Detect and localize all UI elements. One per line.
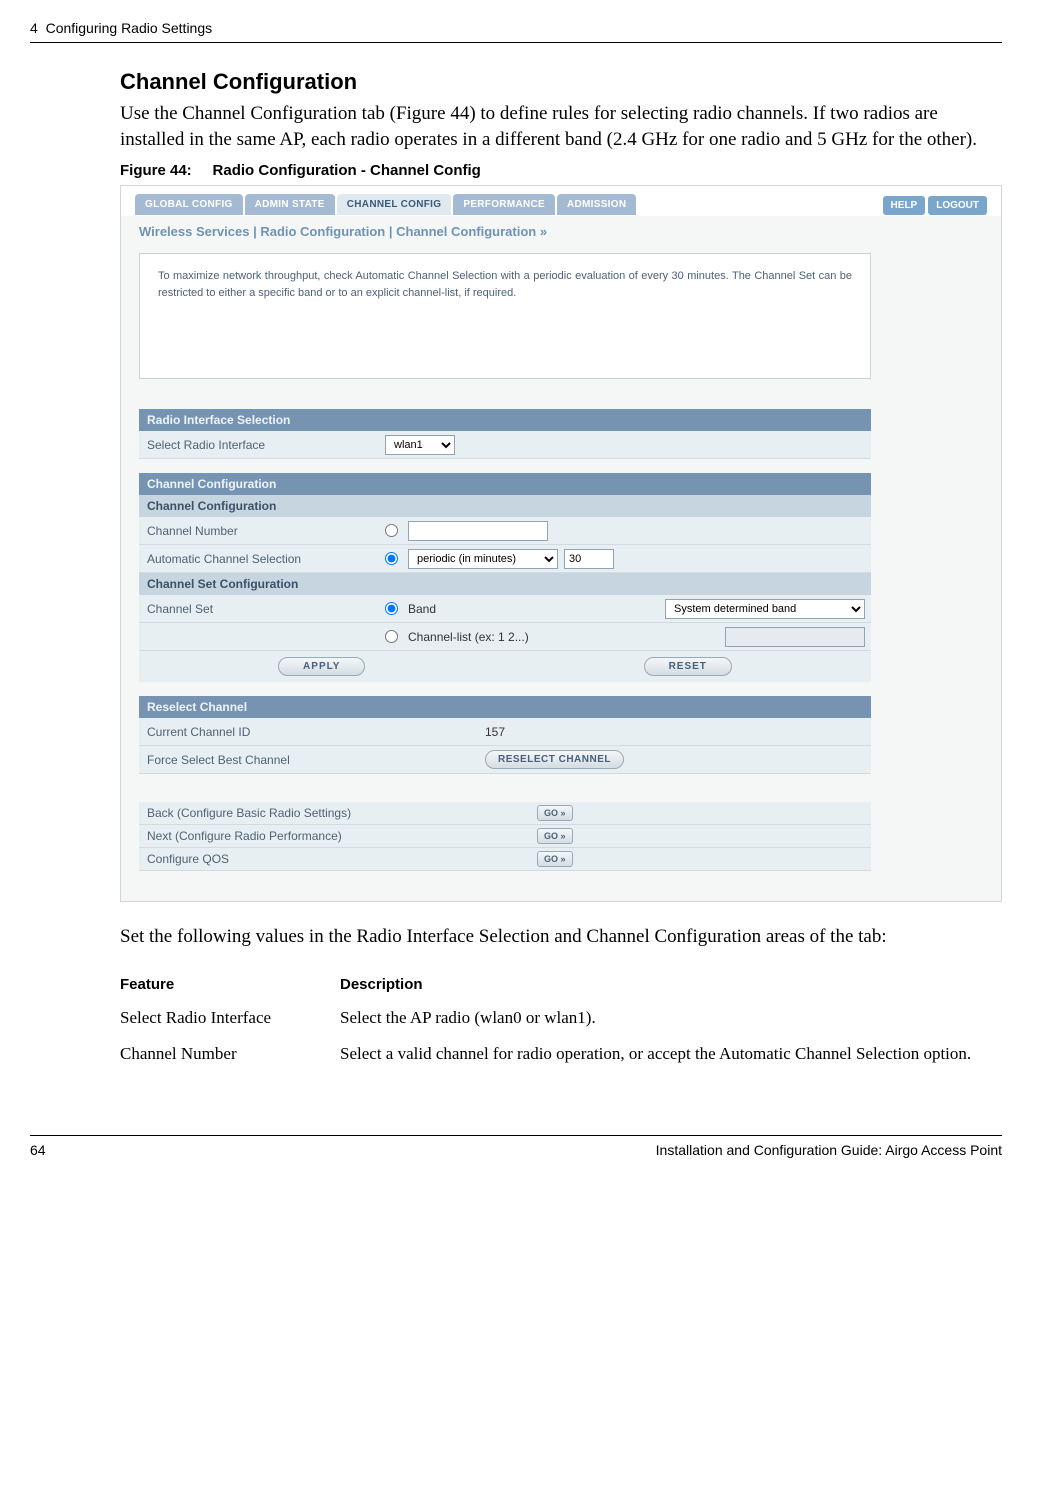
chapter-number: 4 — [30, 20, 38, 36]
channel-list-label: Channel-list (ex: 1 2...) — [408, 630, 529, 644]
channel-set-config-sub: Channel Set Configuration — [139, 573, 871, 595]
nav-back-go-button[interactable]: GO » — [537, 805, 573, 821]
feature-description: Select the AP radio (wlan0 or wlan1). — [340, 1003, 1002, 1039]
nav-next-label: Next (Configure Radio Performance) — [147, 829, 537, 843]
table-row: Channel Number Select a valid channel fo… — [120, 1039, 1002, 1075]
band-label: Band — [408, 602, 436, 616]
apply-button[interactable]: APPLY — [278, 657, 365, 676]
select-radio-interface-label: Select Radio Interface — [139, 434, 379, 456]
figure-title: Radio Configuration - Channel Config — [213, 162, 481, 179]
tab-performance[interactable]: PERFORMANCE — [453, 194, 555, 215]
reselect-channel-button[interactable]: RESELECT CHANNEL — [485, 750, 624, 769]
radio-interface-title: Radio Interface Selection — [139, 409, 871, 431]
auto-channel-minutes-input[interactable] — [564, 549, 614, 569]
logout-button[interactable]: LOGOUT — [928, 196, 987, 215]
figure-number: Figure 44: — [120, 162, 192, 179]
page-footer: 64 Installation and Configuration Guide:… — [30, 1135, 1002, 1158]
screenshot-panel: GLOBAL CONFIG ADMIN STATE CHANNEL CONFIG… — [120, 185, 1002, 902]
channel-set-band-radio[interactable] — [385, 602, 398, 615]
auto-channel-mode-dropdown[interactable]: periodic (in minutes) — [408, 549, 558, 569]
breadcrumb: Wireless Services | Radio Configuration … — [121, 216, 1001, 253]
nav-next-go-button[interactable]: GO » — [537, 828, 573, 844]
channel-number-input[interactable] — [408, 521, 548, 541]
radio-interface-panel: Radio Interface Selection Select Radio I… — [139, 409, 871, 459]
nav-qos-label: Configure QOS — [147, 852, 537, 866]
tab-admission[interactable]: ADMISSION — [557, 194, 636, 215]
table-header-description: Description — [340, 970, 1002, 1003]
feature-name: Select Radio Interface — [120, 1003, 340, 1039]
table-header-feature: Feature — [120, 970, 340, 1003]
intro-paragraph: Use the Channel Configuration tab (Figur… — [120, 101, 1002, 152]
feature-table: Feature Description Select Radio Interfa… — [120, 970, 1002, 1075]
channel-list-radio[interactable] — [385, 630, 398, 643]
page-number: 64 — [30, 1142, 46, 1158]
tab-channel-config[interactable]: CHANNEL CONFIG — [337, 194, 452, 215]
current-channel-id-label: Current Channel ID — [139, 721, 479, 743]
band-dropdown[interactable]: System determined band — [665, 599, 865, 619]
info-box: To maximize network throughput, check Au… — [139, 253, 871, 379]
nav-panel: Back (Configure Basic Radio Settings) GO… — [139, 802, 871, 871]
section-heading: Channel Configuration — [120, 69, 1002, 95]
auto-channel-radio[interactable] — [385, 552, 398, 565]
chapter-label: 4 Configuring Radio Settings — [30, 20, 212, 36]
reselect-channel-title: Reselect Channel — [139, 696, 871, 718]
nav-qos-go-button[interactable]: GO » — [537, 851, 573, 867]
tab-bar: GLOBAL CONFIG ADMIN STATE CHANNEL CONFIG… — [121, 186, 1001, 216]
channel-config-title: Channel Configuration — [139, 473, 871, 495]
page-header: 4 Configuring Radio Settings — [30, 20, 1002, 43]
channel-config-panel: Channel Configuration Channel Configurat… — [139, 473, 871, 682]
nav-back-label: Back (Configure Basic Radio Settings) — [147, 806, 537, 820]
tab-global-config[interactable]: GLOBAL CONFIG — [135, 194, 243, 215]
channel-set-label: Channel Set — [139, 598, 379, 620]
reset-button[interactable]: RESET — [644, 657, 732, 676]
current-channel-id-value: 157 — [479, 723, 871, 741]
auto-channel-selection-label: Automatic Channel Selection — [139, 548, 379, 570]
after-paragraph: Set the following values in the Radio In… — [120, 924, 1002, 950]
help-button[interactable]: HELP — [883, 196, 926, 215]
figure-caption: Figure 44: Radio Configuration - Channel… — [120, 162, 1002, 179]
reselect-channel-panel: Reselect Channel Current Channel ID 157 … — [139, 696, 871, 774]
force-select-best-channel-label: Force Select Best Channel — [139, 749, 479, 771]
channel-list-input[interactable] — [725, 627, 865, 647]
chapter-title: Configuring Radio Settings — [46, 20, 213, 36]
channel-number-label: Channel Number — [139, 520, 379, 542]
channel-config-sub: Channel Configuration — [139, 495, 871, 517]
feature-description: Select a valid channel for radio operati… — [340, 1039, 1002, 1075]
select-radio-interface-dropdown[interactable]: wlan1 — [385, 435, 455, 455]
table-row: Select Radio Interface Select the AP rad… — [120, 1003, 1002, 1039]
tab-admin-state[interactable]: ADMIN STATE — [245, 194, 335, 215]
channel-number-radio[interactable] — [385, 524, 398, 537]
feature-name: Channel Number — [120, 1039, 340, 1075]
footer-title: Installation and Configuration Guide: Ai… — [656, 1142, 1002, 1158]
